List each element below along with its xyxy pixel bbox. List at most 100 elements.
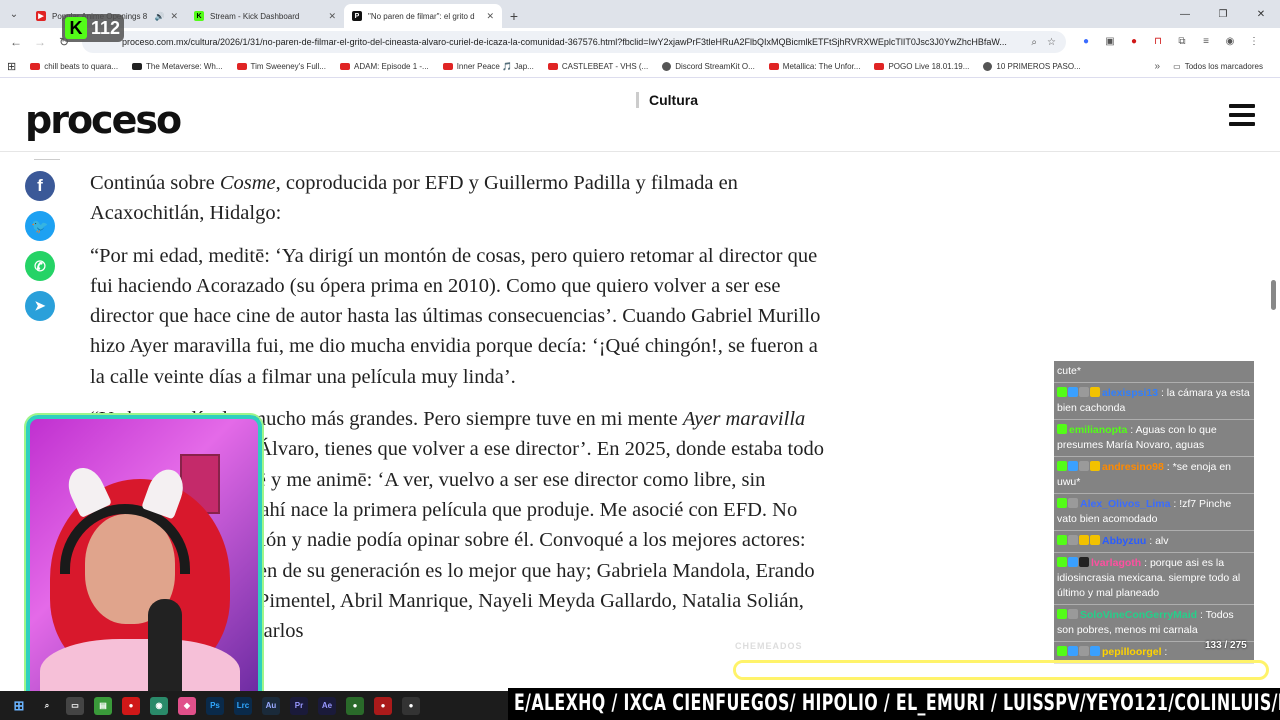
back-icon[interactable]: ← xyxy=(4,30,28,54)
tab-kick-dashboard[interactable]: K Stream - Kick Dashboard ✕ xyxy=(186,4,344,28)
app-icon[interactable]: ● xyxy=(402,696,420,715)
goal-progress-bar xyxy=(733,660,1269,680)
minimize-icon[interactable]: — xyxy=(1166,0,1204,28)
ticker-text: E/ALEXHQ / IXCA CIENFUEGOS/ HIPOLIO / EL… xyxy=(514,691,1280,716)
more-menu-icon[interactable]: ⋮ xyxy=(1246,32,1262,50)
proceso-icon: P xyxy=(352,11,362,21)
tab-proceso-article[interactable]: P "No paren de filmar": el grito d ✕ xyxy=(344,4,502,28)
chat-username[interactable]: alexispsi13 xyxy=(1102,387,1158,399)
restore-icon[interactable]: ❐ xyxy=(1204,0,1242,28)
webcam-overlay xyxy=(26,415,262,705)
chat-username[interactable]: lvarlagoth xyxy=(1091,557,1141,569)
whatsapp-share-icon[interactable]: ✆ xyxy=(25,251,55,281)
photoshop-icon[interactable]: Ps xyxy=(206,696,224,715)
lightroom-icon[interactable]: Lrc xyxy=(234,696,252,715)
address-bar[interactable]: proceso.com.mx/cultura/2026/1/31/no-pare… xyxy=(82,31,1066,53)
bookmark-item[interactable]: Metallica: The Unfor... xyxy=(762,62,868,71)
article-paragraph: “Por mi edad, meditē: ‘Ya dirigí un mont… xyxy=(90,244,821,388)
badge-icon xyxy=(1057,646,1067,656)
taskview-icon[interactable]: ▭ xyxy=(66,696,84,715)
app-icon[interactable]: ▤ xyxy=(94,696,112,715)
extension-icon[interactable]: ▣ xyxy=(1102,32,1118,50)
close-icon[interactable]: ✕ xyxy=(170,11,178,22)
app-icon[interactable]: ● xyxy=(346,696,364,715)
chat-message: Alex_Olivos_Lima : !zf7 Pinche vato bien… xyxy=(1054,494,1254,531)
bookmark-item[interactable]: The Metaverse: Wh... xyxy=(125,62,229,71)
goal-progress-fill xyxy=(736,663,991,677)
chat-message: Abbyzuu : alv xyxy=(1054,531,1254,553)
screen: ⌄ ▶ Popular Anime Openings 8 🔊 ✕ K Strea… xyxy=(0,0,1280,720)
app-icon[interactable]: ● xyxy=(374,696,392,715)
user-badges xyxy=(1057,498,1078,508)
extensions-puzzle-icon[interactable]: ⧉ xyxy=(1174,32,1190,50)
extension-icon[interactable]: ⊓ xyxy=(1150,32,1166,50)
user-badges xyxy=(1057,646,1100,656)
globe-icon xyxy=(662,62,672,71)
windows-start-icon[interactable]: ⊞ xyxy=(10,697,28,715)
media-controls-icon[interactable]: ≡ xyxy=(1198,32,1214,50)
audio-icon[interactable]: 🔊 xyxy=(154,12,164,21)
apps-icon[interactable]: ⊞ xyxy=(0,60,23,73)
close-window-icon[interactable]: ✕ xyxy=(1242,0,1280,28)
all-bookmarks-folder[interactable]: ▭ Todos los marcadores xyxy=(1166,62,1270,71)
tab-search-icon[interactable]: ⌄ xyxy=(0,0,28,28)
app-icon[interactable]: ● xyxy=(122,696,140,715)
badge-icon xyxy=(1057,557,1067,567)
badge-icon xyxy=(1057,498,1067,508)
premiere-icon[interactable]: Pr xyxy=(290,696,308,715)
extension-icon[interactable]: ● xyxy=(1078,32,1094,50)
chat-username[interactable]: Abbyzuu xyxy=(1102,535,1146,547)
facebook-share-icon[interactable]: f xyxy=(25,171,55,201)
badge-icon xyxy=(1057,609,1067,619)
kick-viewer-badge: K 112 xyxy=(62,14,124,42)
chat-text: cute* xyxy=(1057,365,1081,377)
chat-username[interactable]: andresino98 xyxy=(1102,461,1164,473)
chat-username[interactable]: Alex_Olivos_Lima xyxy=(1080,498,1170,510)
chat-message: SoloVineConGerryMaid : Todos son pobres,… xyxy=(1054,605,1254,642)
site-logo[interactable]: proceso xyxy=(25,98,182,142)
user-badges xyxy=(1057,424,1067,434)
extension-icon[interactable]: ● xyxy=(1126,32,1142,50)
bookmark-item[interactable]: 10 PRIMEROS PASO... xyxy=(976,62,1087,71)
chat-username[interactable]: pepilloorgel xyxy=(1102,646,1162,658)
bookmark-item[interactable]: POGO Live 18.01.19... xyxy=(867,62,976,71)
menu-icon[interactable] xyxy=(1229,104,1255,126)
badge-icon xyxy=(1079,646,1089,656)
bookmark-item[interactable]: chill beats to quara... xyxy=(23,62,125,71)
new-tab-button[interactable]: + xyxy=(502,4,526,28)
app-icon[interactable]: ◆ xyxy=(178,696,196,715)
chat-username[interactable]: emilianopta xyxy=(1069,424,1127,436)
after-effects-icon[interactable]: Ae xyxy=(318,696,336,715)
zoom-icon[interactable]: ⌕ xyxy=(1031,37,1037,48)
browser-tab-bar: ⌄ ▶ Popular Anime Openings 8 🔊 ✕ K Strea… xyxy=(0,0,1280,28)
stream-chat: cute* alexispsi13 : la cámara ya esta bie… xyxy=(1054,361,1254,664)
profile-avatar-icon[interactable]: ◉ xyxy=(1222,32,1238,50)
bookmark-item[interactable]: ADAM: Episode 1 -... xyxy=(333,62,436,71)
twitter-share-icon[interactable]: 🐦 xyxy=(25,211,55,241)
badge-icon xyxy=(1057,461,1067,471)
bookmark-item[interactable]: Inner Peace 🎵 Jap... xyxy=(436,62,541,71)
app-icon[interactable]: ◉ xyxy=(150,696,168,715)
tab-title: Stream - Kick Dashboard xyxy=(210,11,300,21)
url-text: proceso.com.mx/cultura/2026/1/31/no-pare… xyxy=(122,37,1007,47)
bookmark-star-icon[interactable]: ☆ xyxy=(1047,37,1056,48)
section-label[interactable]: Cultura xyxy=(636,92,698,108)
search-icon[interactable]: ⌕ xyxy=(38,697,56,715)
user-badges xyxy=(1057,461,1100,471)
audition-icon[interactable]: Au xyxy=(262,696,280,715)
chat-message: alexispsi13 : la cámara ya esta bien cac… xyxy=(1054,383,1254,420)
youtube-icon xyxy=(442,63,453,70)
youtube-icon: ▶ xyxy=(36,11,46,21)
page-scrollbar[interactable] xyxy=(1271,280,1276,310)
bookmark-item[interactable]: Tim Sweeney's Full... xyxy=(230,62,333,71)
chat-username[interactable]: SoloVineConGerryMaid xyxy=(1080,609,1197,621)
close-icon[interactable]: ✕ xyxy=(486,11,494,22)
bookmark-item[interactable]: CASTLEBEAT - VHS (... xyxy=(541,62,655,71)
more-bookmarks-icon[interactable]: » xyxy=(1154,61,1160,72)
telegram-share-icon[interactable]: ➤ xyxy=(25,291,55,321)
bookmark-item[interactable]: Discord StreamKit O... xyxy=(655,62,762,71)
badge-icon xyxy=(1068,557,1078,567)
forward-icon[interactable]: → xyxy=(28,30,52,54)
close-icon[interactable]: ✕ xyxy=(328,11,336,22)
youtube-icon xyxy=(547,63,558,70)
